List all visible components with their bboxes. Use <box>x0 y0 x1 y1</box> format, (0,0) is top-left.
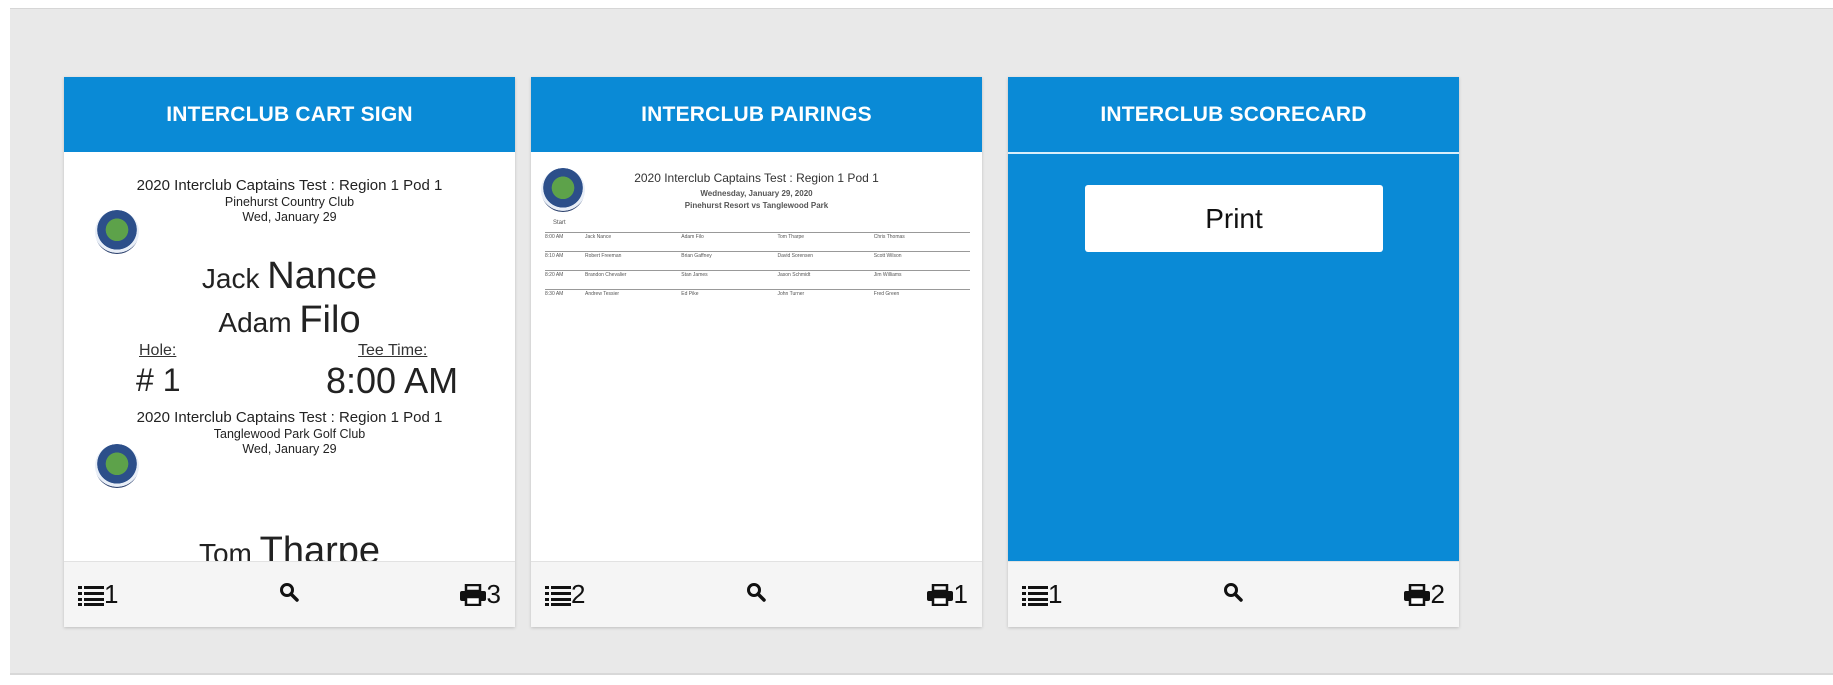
table-row: 8:20 AM Brandon Chevalier Stan James Jason … <box>545 270 970 289</box>
start-label: Start <box>553 220 566 226</box>
table-row: 8:30 AM Andrew Tessier Ed Pike John Turner F… <box>545 289 970 308</box>
search-icon <box>1223 582 1243 607</box>
card-title[interactable]: INTERCLUB PAIRINGS <box>531 77 982 152</box>
pairings-title: 2020 Interclub Captains Test : Region 1 … <box>634 171 879 185</box>
club-name: Pinehurst Country Club <box>224 195 355 209</box>
cart-sign-preview: 2020 Interclub Captains Test : Region 1 … <box>64 152 515 561</box>
card-footer: 1 2 <box>1008 561 1459 627</box>
hole-number: # 1 <box>136 362 181 398</box>
list-icon <box>545 584 571 606</box>
card-footer: 1 3 <box>64 561 515 627</box>
pairings-preview: 2020 Interclub Captains Test : Region 1 … <box>531 152 982 561</box>
list-count: 2 <box>571 579 586 609</box>
pairings-match: Pinehurst Resort vs Tanglewood Park <box>684 201 829 210</box>
preview-button[interactable] <box>1223 582 1243 607</box>
list-button[interactable]: 1 <box>78 579 118 610</box>
template-gallery-panel: INTERCLUB CART SIGN 2020 Interclub Capta… <box>10 8 1833 675</box>
tee-time-label: Tee Time: <box>358 342 428 359</box>
list-count: 1 <box>104 579 119 609</box>
print-icon <box>459 583 487 606</box>
print-button[interactable]: 2 <box>1403 579 1445 610</box>
pairings-date: Wednesday, January 29, 2020 <box>700 189 813 198</box>
scorecard-preview: Print <box>1008 152 1459 561</box>
print-icon <box>926 583 954 606</box>
list-button[interactable]: 2 <box>545 579 585 610</box>
card-pairings[interactable]: INTERCLUB PAIRINGS 2020 Interclub Captai… <box>531 77 982 627</box>
preview-button[interactable] <box>746 582 766 607</box>
player-name: Jack Nance <box>201 255 378 297</box>
event-name: 2020 Interclub Captains Test : Region 1 … <box>136 177 443 194</box>
list-icon <box>78 584 104 606</box>
card-title[interactable]: INTERCLUB SCORECARD <box>1008 77 1459 152</box>
club-name: Tanglewood Park Golf Club <box>213 427 366 441</box>
list-button[interactable]: 1 <box>1022 579 1062 610</box>
player-name: Adam Filo <box>218 299 361 341</box>
print-count: 1 <box>953 579 968 609</box>
card-scorecard[interactable]: INTERCLUB SCORECARD Print 1 2 <box>1008 77 1459 627</box>
card-footer: 2 1 <box>531 561 982 627</box>
search-icon <box>746 582 766 607</box>
print-button[interactable]: 1 <box>926 579 968 610</box>
hole-label: Hole: <box>139 342 177 359</box>
print-count: 3 <box>486 579 501 609</box>
print-button[interactable]: 3 <box>459 579 501 610</box>
card-title[interactable]: INTERCLUB CART SIGN <box>64 77 515 152</box>
pairings-table: 8:00 AM Jack Nance Adam Filo Tom Tharpe Chri… <box>545 232 970 308</box>
tee-time: 8:00 AM <box>326 360 459 401</box>
list-icon <box>1022 584 1048 606</box>
preview-button[interactable] <box>279 582 299 607</box>
table-row: 8:00 AM Jack Nance Adam Filo Tom Tharpe Chri… <box>545 232 970 251</box>
table-row: 8:10 AM Robert Freeman Brian Gaffney David … <box>545 251 970 270</box>
club-logo <box>95 210 139 254</box>
list-count: 1 <box>1048 579 1063 609</box>
print-icon <box>1403 583 1431 606</box>
event-name: 2020 Interclub Captains Test : Region 1 … <box>136 409 443 426</box>
print-scorecard-button[interactable]: Print <box>1085 185 1383 252</box>
card-cart-sign[interactable]: INTERCLUB CART SIGN 2020 Interclub Capta… <box>64 77 515 627</box>
search-icon <box>279 582 299 607</box>
print-count: 2 <box>1430 579 1445 609</box>
club-logo <box>95 444 139 488</box>
player-name: Tom Tharpe <box>198 530 381 561</box>
